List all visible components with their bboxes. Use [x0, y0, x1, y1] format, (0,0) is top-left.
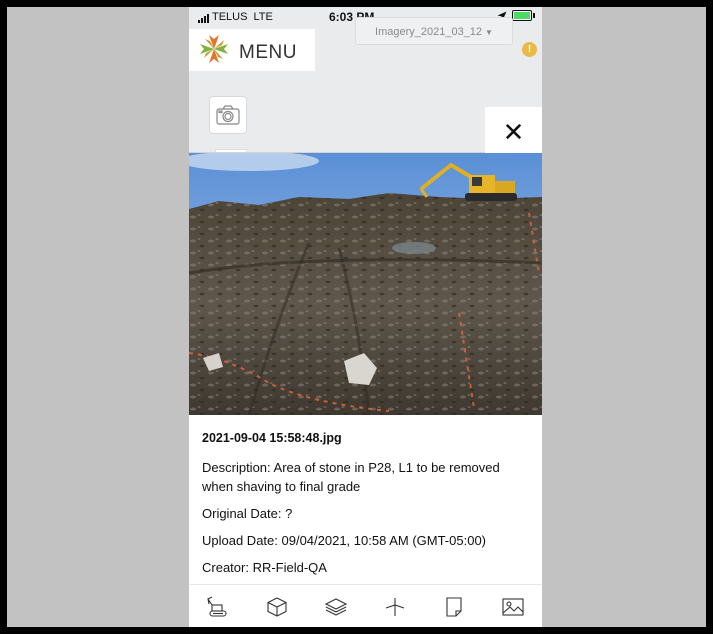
- alert-badge[interactable]: !: [522, 42, 537, 57]
- photo-description: Description: Area of stone in P28, L1 to…: [202, 460, 500, 494]
- caret-down-icon: ▼: [485, 28, 493, 37]
- imagery-dropdown[interactable]: Imagery_2021_03_12 ▼: [355, 17, 513, 45]
- app-logo-icon: [200, 35, 228, 63]
- site-photo: [189, 153, 542, 415]
- phone-screen: TELUS LTE 6:03 PM MENU Imagery_2021_03_1…: [189, 7, 542, 627]
- excavator-icon: [207, 596, 227, 617]
- camera-button[interactable]: [209, 96, 247, 134]
- photo-details: 2021-09-04 15:58:48.jpg Description: Are…: [189, 415, 542, 597]
- layers-button[interactable]: [316, 589, 356, 625]
- battery-icon: [512, 10, 535, 21]
- carrier-name: TELUS: [212, 11, 248, 23]
- carrier-info: TELUS LTE: [198, 11, 273, 23]
- document-icon: [446, 596, 462, 617]
- layers-icon: [324, 597, 348, 616]
- bottom-toolbar: [189, 584, 542, 627]
- screenshot-frame: TELUS LTE 6:03 PM MENU Imagery_2021_03_1…: [7, 7, 706, 627]
- excavator-tool-button[interactable]: [198, 589, 238, 625]
- cube-icon: [267, 596, 287, 617]
- menu-label: MENU: [239, 42, 297, 63]
- notes-button[interactable]: [434, 589, 474, 625]
- menu-button[interactable]: MENU: [189, 29, 315, 71]
- photo-upload-date: Upload Date: 09/04/2021, 10:58 AM (GMT-0…: [202, 533, 487, 548]
- 3d-view-button[interactable]: [257, 589, 297, 625]
- measure-icon: [385, 597, 405, 616]
- imagery-dropdown-value: Imagery_2021_03_12: [375, 26, 483, 38]
- close-button[interactable]: ✕: [485, 107, 542, 157]
- photo-creator: Creator: RR-Field-QA: [202, 560, 327, 575]
- camera-icon: [216, 105, 240, 125]
- network-type: LTE: [253, 11, 273, 23]
- photo-file-name: 2021-09-04 15:58:48.jpg: [202, 431, 342, 445]
- imagery-button[interactable]: [493, 589, 533, 625]
- measure-button[interactable]: [375, 589, 415, 625]
- photo-original-date: Original Date: ?: [202, 506, 293, 521]
- signal-icon: [198, 14, 209, 23]
- image-icon: [501, 597, 524, 616]
